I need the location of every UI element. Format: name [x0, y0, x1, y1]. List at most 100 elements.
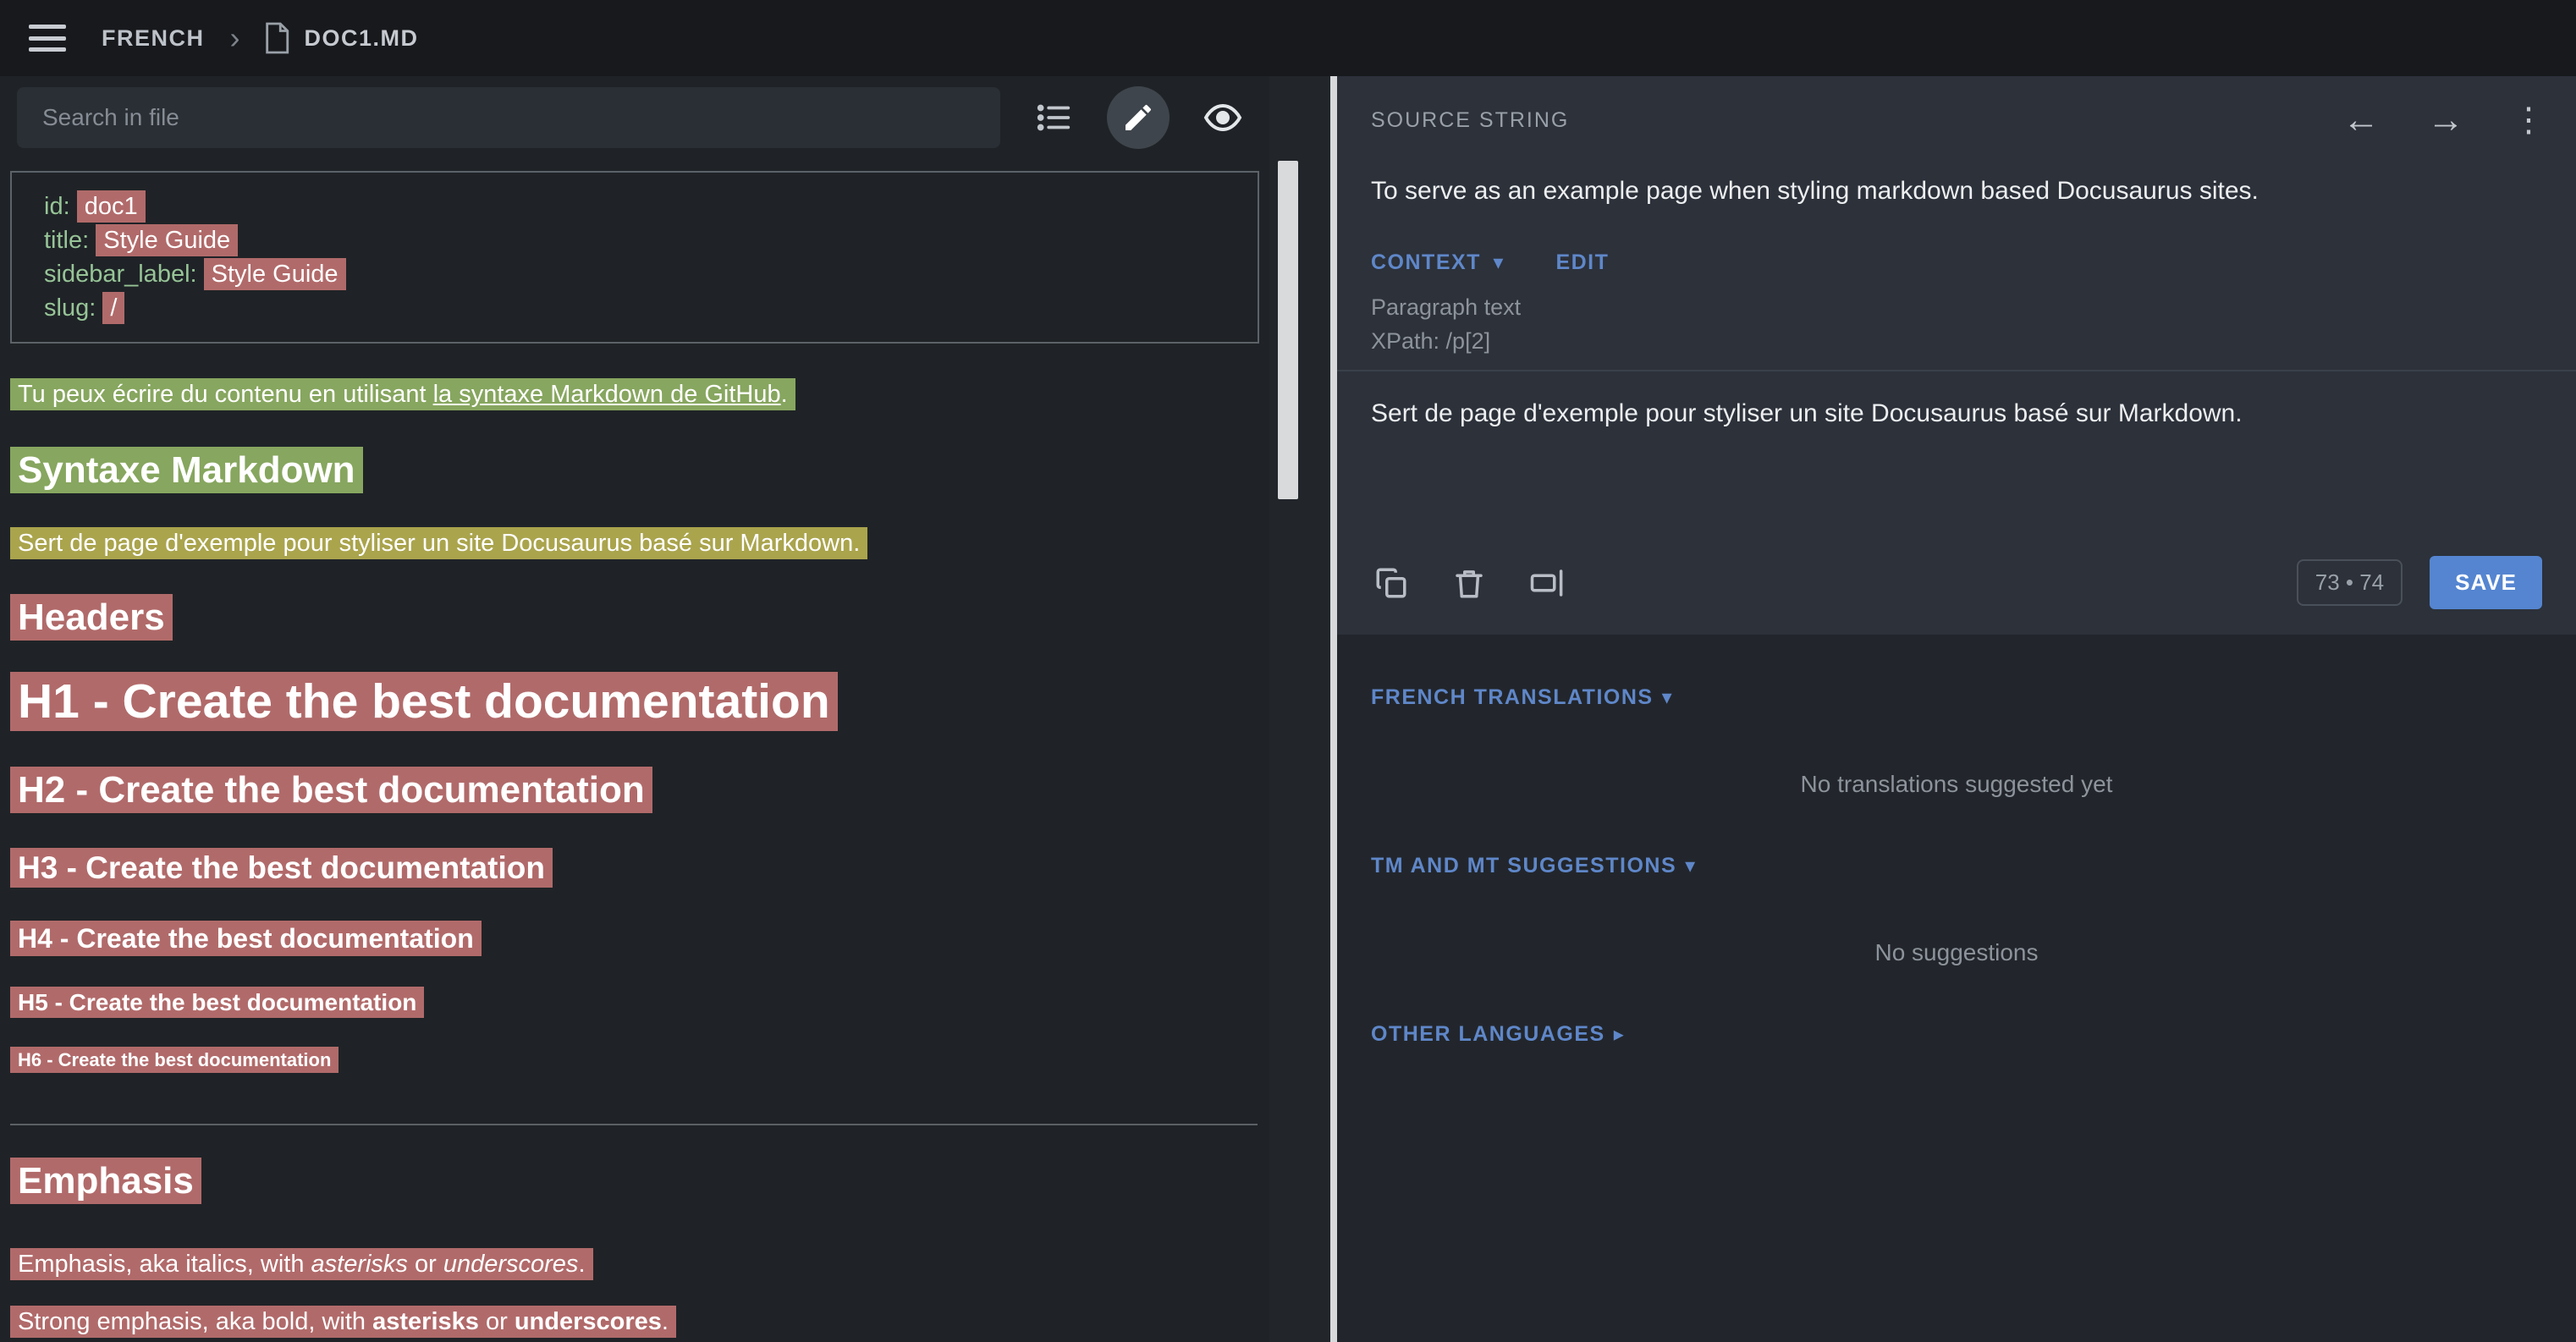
frontmatter-line: slug: /: [44, 291, 1241, 325]
heading-syntaxe-markdown: Syntaxe Markdown: [10, 448, 1261, 492]
paragraph-emphasis: Emphasis, aka italics, with asterisks or…: [10, 1247, 1261, 1281]
source-string-card: SOURCE STRING ← → ⋮ To serve as an examp…: [1337, 76, 2576, 635]
frontmatter-value-segment[interactable]: /: [102, 292, 124, 324]
chevron-down-icon: ▾: [1662, 685, 1672, 710]
document-scrollbar-track: [1269, 76, 1330, 1342]
heading-emphasis: Emphasis: [10, 1159, 1261, 1203]
frontmatter-key: id:: [44, 193, 70, 220]
emphasis-italic: asterisks: [311, 1251, 408, 1278]
strong-text: .: [662, 1308, 669, 1335]
paragraph-example: Sert de page d'exemple pour styliser un …: [10, 526, 1261, 560]
frontmatter-key: slug:: [44, 294, 96, 322]
save-button[interactable]: SAVE: [2430, 556, 2542, 609]
intro-link[interactable]: la syntaxe Markdown de GitHub: [433, 381, 781, 408]
context-xpath: XPath: /p[2]: [1371, 324, 2542, 358]
breadcrumb-language[interactable]: FRENCH: [102, 25, 205, 52]
edit-mode-icon[interactable]: [1107, 86, 1170, 149]
intro-text: Tu peux écrire du contenu en utilisant: [18, 381, 433, 408]
heading-h1: H1 - Create the best documentation: [10, 674, 1261, 729]
chevron-down-icon: ▾: [1685, 854, 1695, 878]
text-field-cursor-icon[interactable]: [1527, 563, 1567, 603]
context-label: CONTEXT: [1371, 250, 1481, 274]
strong-bold: asterisks: [372, 1308, 479, 1335]
frontmatter-block: id: doc1 title: Style Guide sidebar_labe…: [10, 171, 1259, 344]
frontmatter-line: title: Style Guide: [44, 223, 1241, 257]
no-translations-message: No translations suggested yet: [1371, 771, 2542, 798]
emphasis-italic: underscores: [443, 1251, 579, 1278]
char-counter: 73 • 74: [2297, 559, 2403, 606]
translation-input[interactable]: Sert de page d'exemple pour styliser un …: [1337, 371, 2576, 541]
document-panel: id: doc1 title: Style Guide sidebar_labe…: [0, 76, 1269, 1342]
emphasis-text: or: [408, 1251, 443, 1278]
menu-icon[interactable]: [29, 25, 66, 52]
section-other-languages[interactable]: OTHER LANGUAGES ▸: [1371, 1022, 2542, 1047]
top-bar: FRENCH › DOC1.MD: [0, 0, 2576, 76]
list-view-icon[interactable]: [1022, 86, 1085, 149]
preview-eye-icon[interactable]: [1192, 86, 1254, 149]
strong-text: Strong emphasis, aka bold, with: [18, 1308, 372, 1335]
paragraph-strong: Strong emphasis, aka bold, with asterisk…: [10, 1305, 1261, 1339]
section-french-translations[interactable]: FRENCH TRANSLATIONS ▾: [1371, 685, 2542, 710]
untranslated-segment[interactable]: H4 - Create the best documentation: [10, 921, 482, 956]
context-details: Paragraph text XPath: /p[2]: [1371, 290, 2542, 358]
frontmatter-value-segment[interactable]: Style Guide: [96, 224, 238, 256]
untranslated-segment[interactable]: Emphasis: [10, 1158, 201, 1204]
section-tm-mt-suggestions[interactable]: TM AND MT SUGGESTIONS ▾: [1371, 854, 2542, 878]
heading-h2: H2 - Create the best documentation: [10, 768, 1261, 812]
frontmatter-value-segment[interactable]: Style Guide: [204, 258, 346, 290]
delete-translation-icon[interactable]: [1449, 563, 1489, 603]
horizontal-rule: [10, 1124, 1258, 1125]
panel-divider[interactable]: [1330, 76, 1337, 1342]
edit-button[interactable]: EDIT: [1555, 250, 1609, 275]
heading-h4: H4 - Create the best documentation: [10, 922, 1261, 954]
search-row: [0, 76, 1269, 156]
kebab-menu-icon[interactable]: ⋮: [2512, 103, 2546, 137]
strong-bold: underscores: [515, 1308, 662, 1335]
untranslated-segment[interactable]: Strong emphasis, aka bold, with asterisk…: [10, 1306, 676, 1338]
translation-toolbar: 73 • 74 SAVE: [1337, 541, 2576, 635]
untranslated-segment[interactable]: H2 - Create the best documentation: [10, 767, 652, 813]
translated-segment[interactable]: Tu peux écrire du contenu en utilisant l…: [10, 378, 795, 410]
toolbar-right-group: 73 • 74 SAVE: [2297, 556, 2542, 609]
paragraph-intro: Tu peux écrire du contenu en utilisant l…: [10, 377, 1261, 411]
tm-mt-label: TM AND MT SUGGESTIONS: [1371, 854, 1676, 878]
copy-source-icon[interactable]: [1371, 563, 1412, 603]
chevron-down-icon: ▾: [1493, 251, 1503, 274]
untranslated-segment[interactable]: H5 - Create the best documentation: [10, 987, 424, 1018]
file-icon: [262, 21, 291, 55]
frontmatter-key: sidebar_label:: [44, 261, 197, 288]
no-suggestions-message: No suggestions: [1371, 939, 2542, 966]
untranslated-segment[interactable]: H3 - Create the best documentation: [10, 848, 553, 888]
frontmatter-line: sidebar_label: Style Guide: [44, 257, 1241, 291]
source-header-row: SOURCE STRING ← → ⋮: [1337, 76, 2576, 139]
untranslated-segment[interactable]: Emphasis, aka italics, with asterisks or…: [10, 1248, 593, 1280]
chevron-right-icon: ▸: [1614, 1022, 1624, 1047]
frontmatter-line: id: doc1: [44, 190, 1241, 223]
document-scrollbar-thumb[interactable]: [1278, 161, 1298, 499]
heading-h5: H5 - Create the best documentation: [10, 988, 1261, 1017]
frontmatter-value-segment[interactable]: doc1: [77, 190, 146, 223]
untranslated-segment[interactable]: H1 - Create the best documentation: [10, 672, 838, 731]
document-content: id: doc1 title: Style Guide sidebar_labe…: [0, 156, 1269, 1342]
active-segment[interactable]: Sert de page d'exemple pour styliser un …: [10, 527, 867, 559]
untranslated-segment[interactable]: Headers: [10, 594, 173, 641]
context-row: CONTEXT ▾ EDIT: [1371, 250, 2542, 275]
untranslated-segment[interactable]: H6 - Create the best documentation: [10, 1047, 339, 1073]
translated-segment[interactable]: Syntaxe Markdown: [10, 447, 363, 493]
french-translations-label: FRENCH TRANSLATIONS: [1371, 685, 1654, 710]
source-text: To serve as an example page when styling…: [1371, 174, 2542, 208]
next-string-icon[interactable]: →: [2427, 102, 2464, 139]
source-actions: ← → ⋮: [2342, 102, 2546, 139]
other-languages-label: OTHER LANGUAGES: [1371, 1022, 1605, 1047]
breadcrumb-file: DOC1.MD: [305, 25, 419, 52]
emphasis-text: Emphasis, aka italics, with: [18, 1251, 311, 1278]
search-input[interactable]: [17, 87, 1000, 148]
intro-text-end: .: [781, 381, 788, 408]
previous-string-icon[interactable]: ←: [2342, 102, 2380, 139]
chevron-right-icon: ›: [230, 20, 240, 56]
translation-panel: SOURCE STRING ← → ⋮ To serve as an examp…: [1337, 76, 2576, 1342]
suggestion-sections: FRENCH TRANSLATIONS ▾ No translations su…: [1337, 635, 2576, 1047]
context-toggle[interactable]: CONTEXT ▾: [1371, 250, 1503, 275]
heading-headers: Headers: [10, 596, 1261, 640]
frontmatter-key: title:: [44, 227, 89, 254]
